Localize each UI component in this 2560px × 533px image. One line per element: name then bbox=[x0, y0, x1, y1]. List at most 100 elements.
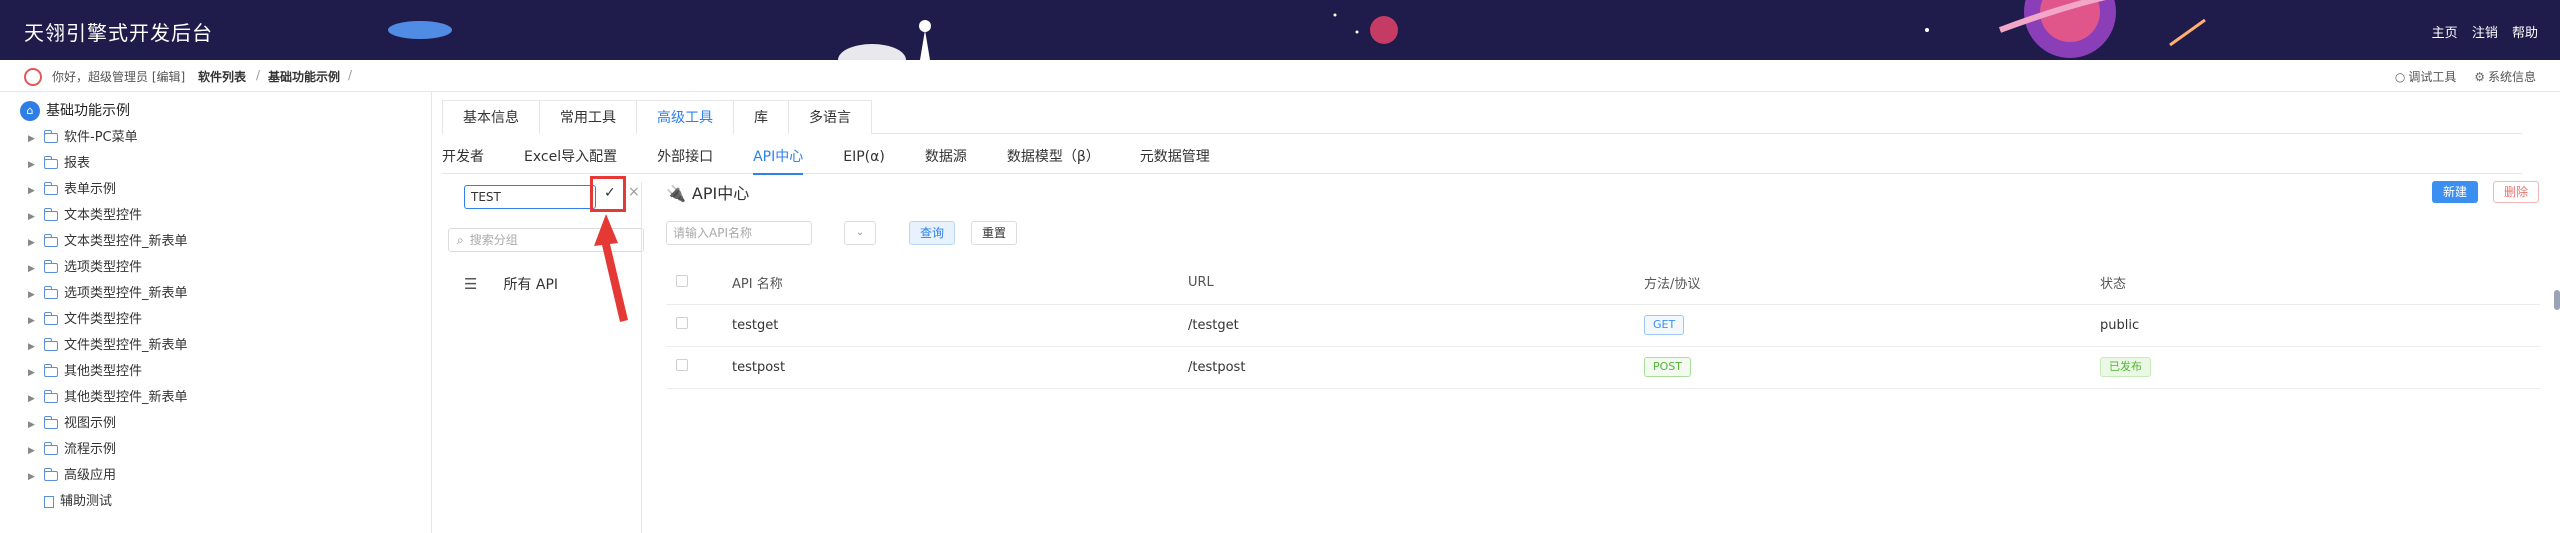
caret-right-icon: ▶ bbox=[28, 290, 35, 300]
tab-metadata[interactable]: 元数据管理 bbox=[1140, 140, 1210, 174]
menu-tree: ⌂ 基础功能示例 ▶ 软件-PC菜单 ▶ 报表 ▶ 表单示例 ▶ 文本类型控件 ▶ 文本类型… bbox=[0, 92, 432, 533]
header-decoration bbox=[388, 0, 2206, 60]
column-header-method[interactable]: 方法/协议 bbox=[1644, 262, 2100, 305]
caret-right-icon: ▶ bbox=[28, 316, 35, 326]
new-button[interactable]: 新建 bbox=[2432, 181, 2479, 203]
caret-right-icon: ▶ bbox=[28, 420, 35, 430]
tree-item[interactable]: ▶ 其他类型控件 bbox=[28, 360, 142, 380]
tab-basic-info[interactable]: 基本信息 bbox=[442, 100, 540, 134]
tree-item-leaf[interactable]: 辅助测试 bbox=[28, 490, 112, 510]
tab-multilanguage[interactable]: 多语言 bbox=[788, 100, 872, 134]
tree-item[interactable]: ▶ 流程示例 bbox=[28, 438, 116, 458]
folder-icon bbox=[44, 285, 58, 299]
tree-item[interactable]: ▶ 其他类型控件_新表单 bbox=[28, 386, 188, 406]
tree-item[interactable]: ▶ 软件-PC菜单 bbox=[28, 126, 138, 146]
table-row[interactable]: testget /testget GET public bbox=[666, 304, 2540, 347]
query-button[interactable]: 查询 bbox=[909, 221, 956, 245]
tree-item[interactable]: ▶ 高级应用 bbox=[28, 464, 116, 484]
chevron-down-icon: ⌄ bbox=[855, 227, 865, 238]
scrollbar[interactable] bbox=[2554, 290, 2560, 310]
breadcrumb-separator: / bbox=[256, 68, 261, 82]
folder-icon bbox=[44, 337, 58, 351]
avatar bbox=[24, 68, 42, 86]
menu-icon: ☰ bbox=[464, 275, 478, 293]
plug-icon: 🔌 bbox=[666, 184, 686, 203]
method-badge: POST bbox=[1644, 357, 1691, 377]
cancel-close-icon[interactable]: × bbox=[628, 184, 640, 200]
status-badge: 已发布 bbox=[2100, 357, 2151, 377]
folder-icon bbox=[44, 389, 58, 403]
tab-common-tools[interactable]: 常用工具 bbox=[539, 100, 637, 134]
tab-datasource[interactable]: 数据源 bbox=[925, 140, 967, 174]
table-row[interactable]: testpost /testpost POST 已发布 bbox=[666, 346, 2540, 389]
breadcrumb-separator: / bbox=[348, 68, 353, 82]
group-search-input[interactable]: ⌕ 搜索分组 bbox=[448, 228, 644, 252]
debug-tools-link[interactable]: ○ 调试工具 bbox=[2395, 70, 2457, 84]
tree-item[interactable]: ▶ 文本类型控件 bbox=[28, 204, 142, 224]
row-checkbox[interactable] bbox=[676, 359, 688, 371]
app-title: 天翎引擎式开发后台 bbox=[24, 21, 213, 45]
api-url-cell: /testget bbox=[1188, 304, 1644, 347]
nav-home-link[interactable]: 主页 bbox=[2432, 26, 2458, 41]
folder-icon bbox=[44, 129, 58, 143]
breadcrumb-bar: 你好，超级管理员 [编辑] 软件列表 / 基础功能示例 / ○ 调试工具 ⚙ 系统信… bbox=[0, 60, 2560, 92]
tab-api-center[interactable]: API中心 bbox=[753, 140, 804, 175]
tree-item[interactable]: ▶ 选项类型控件 bbox=[28, 256, 142, 276]
select-all-checkbox[interactable] bbox=[676, 274, 688, 287]
tree-item[interactable]: ▶ 文本类型控件_新表单 bbox=[28, 230, 188, 250]
tree-item[interactable]: ▶ 文件类型控件 bbox=[28, 308, 142, 328]
document-icon bbox=[44, 495, 54, 508]
caret-right-icon: ▶ bbox=[28, 238, 35, 248]
tab-excel-import[interactable]: Excel导入配置 bbox=[524, 140, 617, 174]
search-icon: ⌕ bbox=[457, 233, 464, 247]
tab-developer[interactable]: 开发者 bbox=[442, 140, 484, 174]
debug-icon: ○ bbox=[2394, 70, 2406, 84]
system-info-link[interactable]: ⚙ 系统信息 bbox=[2474, 70, 2536, 84]
nav-help-link[interactable]: 帮助 bbox=[2512, 26, 2538, 41]
tab-data-model[interactable]: 数据模型（β） bbox=[1007, 140, 1100, 174]
api-name-cell[interactable]: testpost bbox=[732, 346, 1188, 389]
caret-right-icon: ▶ bbox=[28, 368, 35, 378]
caret-right-icon: ▶ bbox=[28, 134, 35, 144]
tree-root[interactable]: ⌂ 基础功能示例 bbox=[20, 100, 130, 121]
column-header-url[interactable]: URL bbox=[1188, 262, 1644, 305]
gear-icon: ⚙ bbox=[2474, 70, 2485, 84]
folder-icon bbox=[44, 467, 58, 481]
folder-icon bbox=[44, 441, 58, 455]
breadcrumb-software-list[interactable]: 软件列表 bbox=[198, 68, 246, 85]
user-greeting[interactable]: 你好，超级管理员 [编辑] bbox=[52, 68, 185, 85]
tab-eip[interactable]: EIP(α) bbox=[843, 140, 885, 174]
all-api-item[interactable]: ☰ 所有 API bbox=[464, 274, 558, 294]
api-center-header: 🔌 API中心 bbox=[666, 184, 750, 203]
tree-item[interactable]: ▶ 文件类型控件_新表单 bbox=[28, 334, 188, 354]
tab-advanced-tools[interactable]: 高级工具 bbox=[636, 100, 734, 134]
row-checkbox[interactable] bbox=[676, 317, 688, 329]
api-name-cell[interactable]: testget bbox=[732, 304, 1188, 347]
api-name-search-input[interactable]: 请输入API名称 bbox=[666, 221, 812, 245]
highlight-box bbox=[590, 176, 626, 212]
caret-right-icon: ▶ bbox=[28, 160, 35, 170]
primary-tabs: 基本信息 常用工具 高级工具 库 多语言 bbox=[442, 100, 2522, 134]
folder-icon bbox=[44, 181, 58, 195]
delete-button[interactable]: 删除 bbox=[2493, 181, 2540, 203]
tree-item[interactable]: ▶ 报表 bbox=[28, 152, 90, 172]
table-header-row: API 名称 URL 方法/协议 状态 bbox=[666, 262, 2540, 305]
tree-item[interactable]: ▶ 选项类型控件_新表单 bbox=[28, 282, 188, 302]
tree-item[interactable]: ▶ 视图示例 bbox=[28, 412, 116, 432]
tree-item[interactable]: ▶ 表单示例 bbox=[28, 178, 116, 198]
header-nav: 主页 注销 帮助 bbox=[2422, 22, 2538, 41]
tab-external-interface[interactable]: 外部接口 bbox=[657, 140, 713, 174]
nav-logout-link[interactable]: 注销 bbox=[2472, 26, 2498, 41]
column-header-name[interactable]: API 名称 bbox=[732, 262, 1188, 305]
filter-select[interactable]: ⌄ bbox=[844, 221, 876, 245]
column-header-status[interactable]: 状态 bbox=[2100, 262, 2540, 305]
folder-icon bbox=[44, 311, 58, 325]
breadcrumb-current[interactable]: 基础功能示例 bbox=[268, 68, 340, 85]
status-cell: public bbox=[2100, 304, 2540, 347]
caret-right-icon: ▶ bbox=[28, 446, 35, 456]
reset-button[interactable]: 重置 bbox=[971, 221, 1018, 245]
top-header: 天翎引擎式开发后台 主页 注销 帮助 bbox=[0, 0, 2560, 60]
tab-library[interactable]: 库 bbox=[733, 100, 789, 134]
caret-right-icon: ▶ bbox=[28, 394, 35, 404]
group-name-input[interactable]: TEST bbox=[464, 185, 596, 209]
